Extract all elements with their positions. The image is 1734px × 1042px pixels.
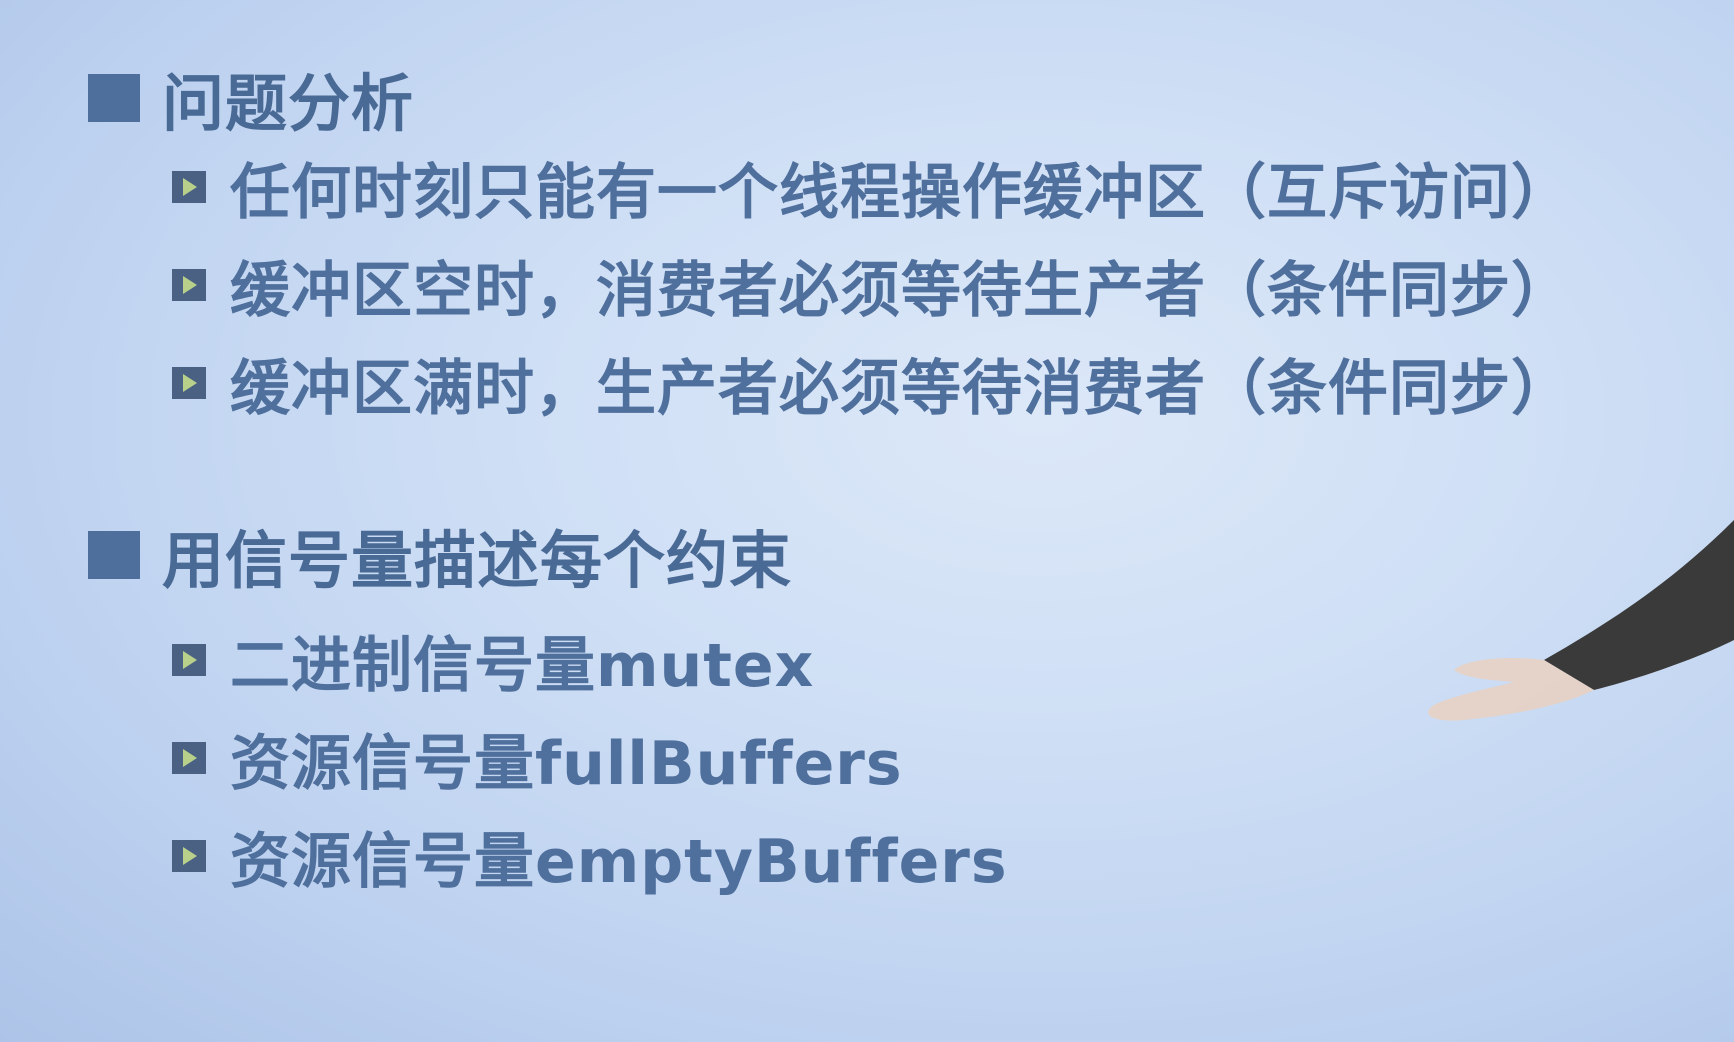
list-item-text: 缓冲区满时，生产者必须等待消费者（条件同步） (230, 353, 1572, 424)
list-item-text: 资源信号量emptyBuffers (230, 826, 1008, 897)
list-item: 资源信号量fullBuffers (172, 709, 1008, 807)
triangle-bullet-icon (172, 644, 206, 676)
list-item-text: 资源信号量fullBuffers (230, 728, 903, 799)
bullet-list: 任何时刻只能有一个线程操作缓冲区（互斥访问） 缓冲区空时，消费者必须等待生产者（… (172, 138, 1572, 432)
presenter-hand-image (1428, 520, 1734, 721)
triangle-bullet-icon (172, 171, 206, 203)
heading-text: 问题分析 (162, 67, 415, 140)
section-heading: 问题分析 (88, 58, 1572, 140)
list-item-text: 二进制信号量mutex (230, 630, 815, 701)
triangle-bullet-icon (172, 840, 206, 872)
square-bullet-icon (88, 74, 140, 122)
section-heading: 用信号量描述每个约束 (88, 515, 1008, 597)
triangle-bullet-icon (172, 742, 206, 774)
triangle-bullet-icon (172, 367, 206, 399)
slide: 问题分析 任何时刻只能有一个线程操作缓冲区（互斥访问） 缓冲区空时，消费者必须等… (0, 0, 1734, 1042)
list-item: 缓冲区满时，生产者必须等待消费者（条件同步） (172, 334, 1572, 432)
section-semaphore-constraints: 用信号量描述每个约束 二进制信号量mutex 资源信号量fullBuffers … (88, 515, 1008, 905)
list-item: 二进制信号量mutex (172, 611, 1008, 709)
bullet-list: 二进制信号量mutex 资源信号量fullBuffers 资源信号量emptyB… (172, 611, 1008, 905)
heading-text: 用信号量描述每个约束 (162, 524, 793, 597)
list-item: 任何时刻只能有一个线程操作缓冲区（互斥访问） (172, 138, 1572, 236)
list-item: 缓冲区空时，消费者必须等待生产者（条件同步） (172, 236, 1572, 334)
list-item: 资源信号量emptyBuffers (172, 807, 1008, 905)
section-problem-analysis: 问题分析 任何时刻只能有一个线程操作缓冲区（互斥访问） 缓冲区空时，消费者必须等… (88, 58, 1572, 432)
list-item-text: 缓冲区空时，消费者必须等待生产者（条件同步） (230, 255, 1572, 326)
list-item-text: 任何时刻只能有一个线程操作缓冲区（互斥访问） (230, 157, 1572, 228)
triangle-bullet-icon (172, 269, 206, 301)
square-bullet-icon (88, 531, 140, 579)
